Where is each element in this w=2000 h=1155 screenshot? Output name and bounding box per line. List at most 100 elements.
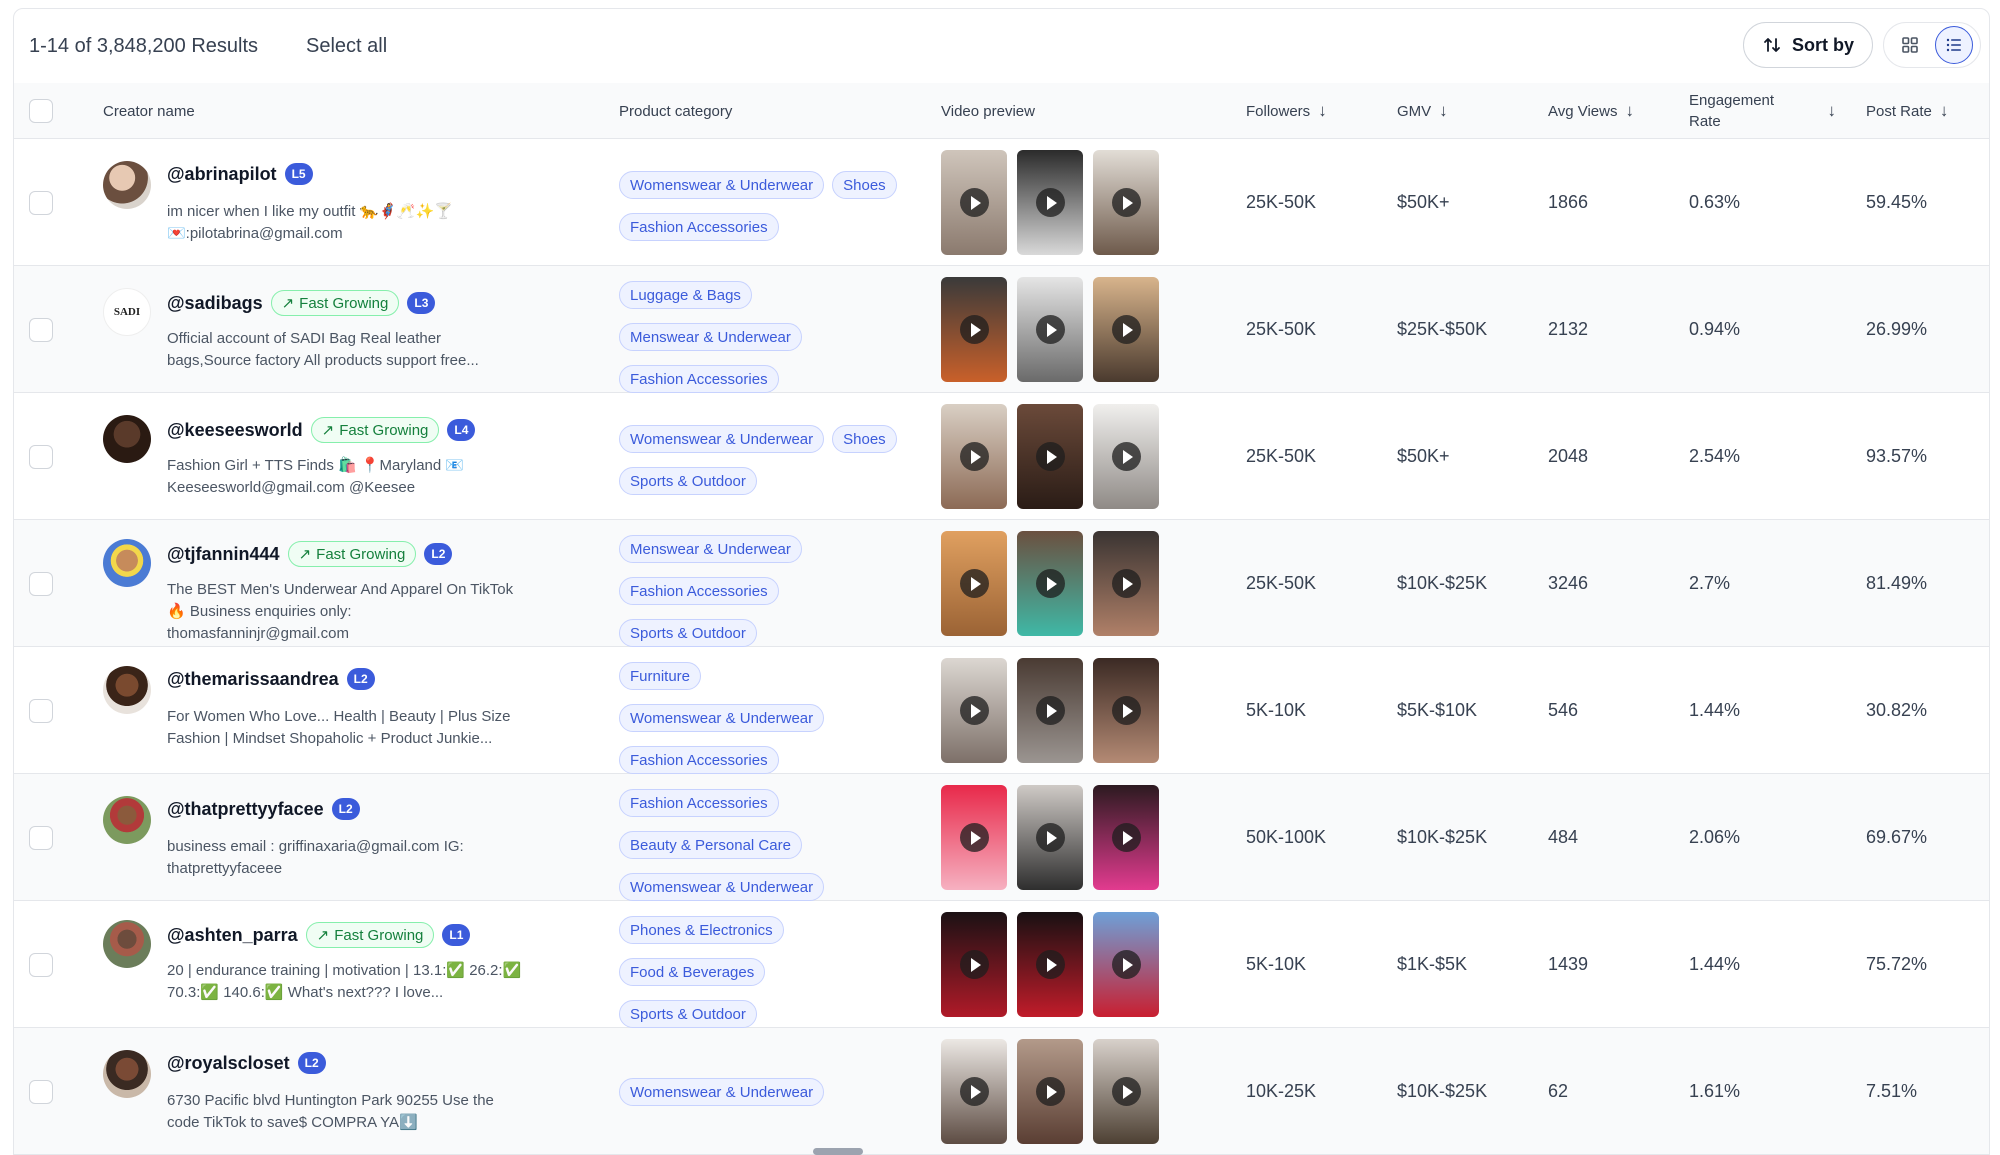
grid-view-icon <box>1902 37 1918 53</box>
avatar[interactable] <box>103 1050 151 1098</box>
level-badge: L3 <box>407 292 436 314</box>
video-thumbnail[interactable] <box>941 1039 1007 1144</box>
creator-bio: 20 | endurance training | motivation | 1… <box>167 962 522 1001</box>
row-checkbox[interactable] <box>29 1080 53 1104</box>
video-thumbnail[interactable] <box>941 531 1007 636</box>
creator-handle[interactable]: @royalscloset <box>167 1053 290 1074</box>
video-thumbnail[interactable] <box>941 277 1007 382</box>
avatar[interactable] <box>103 796 151 844</box>
video-thumbnail[interactable] <box>1093 658 1159 763</box>
table-row[interactable]: @abrinapilot L5 im nicer when I like my ou… <box>14 139 1989 266</box>
creator-handle[interactable]: @keeseesworld <box>167 420 303 441</box>
row-checkbox[interactable] <box>29 953 53 977</box>
row-checkbox[interactable] <box>29 318 53 342</box>
video-previews <box>941 531 1159 636</box>
post-rate-value: 7.51% <box>1866 1081 1918 1101</box>
category-chip[interactable]: Womenswear & Underwear <box>619 1078 825 1106</box>
post-rate-value: 69.67% <box>1866 827 1928 847</box>
table-row[interactable]: @ashten_parra ↗ Fast Growing L1 20 | enduran… <box>14 901 1989 1028</box>
category-chip[interactable]: Menswear & Underwear <box>619 535 802 563</box>
column-followers[interactable]: Followers ↓ <box>1246 83 1327 139</box>
table-row[interactable]: @tjfannin444 ↗ Fast Growing L2 The BEST Men'… <box>14 520 1989 647</box>
table-row[interactable]: @keeseesworld ↗ Fast Growing L4 Fashion Girl… <box>14 393 1989 520</box>
video-thumbnail[interactable] <box>1093 150 1159 255</box>
creator-handle[interactable]: @tjfannin444 <box>167 544 280 565</box>
table-row[interactable]: @royalscloset L2 6730 Pacific blvd Hunting… <box>14 1028 1989 1155</box>
avatar[interactable] <box>103 920 151 968</box>
category-chip[interactable]: Menswear & Underwear <box>619 323 802 351</box>
grid-view-button[interactable] <box>1891 26 1929 64</box>
avatar[interactable] <box>103 161 151 209</box>
category-chip[interactable]: Sports & Outdoor <box>619 1000 757 1028</box>
video-thumbnail[interactable] <box>941 912 1007 1017</box>
avatar[interactable] <box>103 539 151 587</box>
horizontal-scrollbar[interactable] <box>813 1148 863 1155</box>
video-thumbnail[interactable] <box>1093 277 1159 382</box>
category-chip[interactable]: Shoes <box>832 425 897 453</box>
table-row[interactable]: SADI @sadibags ↗ Fast Growing L3 Official acc… <box>14 266 1989 393</box>
creator-handle[interactable]: @ashten_parra <box>167 925 298 946</box>
avatar[interactable] <box>103 666 151 714</box>
video-thumbnail[interactable] <box>1017 785 1083 890</box>
category-chip[interactable]: Womenswear & Underwear <box>619 704 825 732</box>
column-avg-views[interactable]: Avg Views ↓ <box>1548 83 1634 139</box>
video-thumbnail[interactable] <box>1017 150 1083 255</box>
creator-handle[interactable]: @themarissaandrea <box>167 669 339 690</box>
avatar[interactable] <box>103 415 151 463</box>
row-checkbox[interactable] <box>29 699 53 723</box>
avatar[interactable]: SADI <box>103 288 151 336</box>
video-thumbnail[interactable] <box>941 658 1007 763</box>
category-chip[interactable]: Womenswear & Underwear <box>619 171 825 199</box>
sort-by-button[interactable]: Sort by <box>1743 22 1873 68</box>
category-chip[interactable]: Furniture <box>619 662 702 690</box>
category-chip[interactable]: Food & Beverages <box>619 958 766 986</box>
category-chip[interactable]: Fashion Accessories <box>619 746 779 774</box>
play-icon <box>1036 1077 1065 1106</box>
category-chip[interactable]: Fashion Accessories <box>619 365 779 393</box>
engagement-rate-value: 2.7% <box>1689 573 1731 593</box>
row-checkbox[interactable] <box>29 826 53 850</box>
category-chip[interactable]: Womenswear & Underwear <box>619 873 825 901</box>
table-row[interactable]: @themarissaandrea L2 For Women Who Love...… <box>14 647 1989 774</box>
category-chip[interactable]: Womenswear & Underwear <box>619 425 825 453</box>
category-chip[interactable]: Beauty & Personal Care <box>619 831 802 859</box>
row-checkbox[interactable] <box>29 191 53 215</box>
video-thumbnail[interactable] <box>1093 785 1159 890</box>
category-chip[interactable]: Fashion Accessories <box>619 789 779 817</box>
video-thumbnail[interactable] <box>1017 531 1083 636</box>
creator-handle[interactable]: @thatprettyyfacee <box>167 799 324 820</box>
video-thumbnail[interactable] <box>1017 404 1083 509</box>
list-view-button[interactable] <box>1935 26 1973 64</box>
video-thumbnail[interactable] <box>1017 1039 1083 1144</box>
column-engagement-rate[interactable]: Engagement Rate ↓ <box>1689 83 1836 139</box>
creator-handle[interactable]: @sadibags <box>167 293 263 314</box>
select-all-checkbox[interactable] <box>29 99 53 123</box>
category-chip[interactable]: Luggage & Bags <box>619 281 752 309</box>
video-thumbnail[interactable] <box>1017 658 1083 763</box>
category-chip[interactable]: Fashion Accessories <box>619 577 779 605</box>
select-all-button[interactable]: Select all <box>306 35 387 58</box>
video-thumbnail[interactable] <box>1017 912 1083 1017</box>
category-chip[interactable]: Sports & Outdoor <box>619 467 757 495</box>
category-chip[interactable]: Fashion Accessories <box>619 213 779 241</box>
column-post-rate[interactable]: Post Rate ↓ <box>1866 83 1948 139</box>
video-thumbnail[interactable] <box>941 404 1007 509</box>
column-followers-label: Followers <box>1246 102 1311 120</box>
category-chip[interactable]: Shoes <box>832 171 897 199</box>
video-thumbnail[interactable] <box>1093 1039 1159 1144</box>
row-checkbox[interactable] <box>29 572 53 596</box>
play-icon <box>960 569 989 598</box>
video-thumbnail[interactable] <box>941 785 1007 890</box>
creator-handle[interactable]: @abrinapilot <box>167 164 277 185</box>
category-chip[interactable]: Phones & Electronics <box>619 916 784 944</box>
engagement-rate-value: 0.94% <box>1689 319 1741 339</box>
column-gmv[interactable]: GMV ↓ <box>1397 83 1448 139</box>
row-checkbox[interactable] <box>29 445 53 469</box>
video-thumbnail[interactable] <box>1093 912 1159 1017</box>
table-row[interactable]: @thatprettyyfacee L2 business email : grif… <box>14 774 1989 901</box>
category-chip[interactable]: Sports & Outdoor <box>619 619 757 647</box>
video-thumbnail[interactable] <box>941 150 1007 255</box>
video-thumbnail[interactable] <box>1093 531 1159 636</box>
video-thumbnail[interactable] <box>1017 277 1083 382</box>
video-thumbnail[interactable] <box>1093 404 1159 509</box>
